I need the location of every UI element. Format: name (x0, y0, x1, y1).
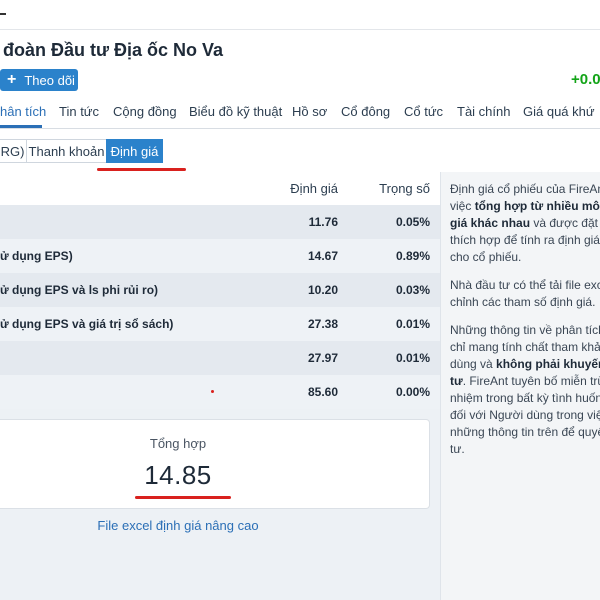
tab-dividends[interactable]: Cổ tức (404, 104, 443, 119)
valuation-value: 85.60 (307, 385, 338, 399)
sidebar-line: chỉ mang tính chất tham khả (450, 340, 600, 354)
sidebar-line: dùng và không phải khuyến (450, 357, 600, 371)
menu-dash-icon[interactable] (0, 13, 6, 15)
weight-value: 0.01% (395, 317, 430, 331)
tab-profile[interactable]: Hồ sơ (292, 104, 327, 119)
sidebar-line: chỉnh các tham số định giá. (450, 295, 596, 309)
header-weight: Trọng số (379, 181, 430, 196)
subtab-liquidity[interactable]: Thanh khoản (26, 139, 107, 163)
subtab-rg[interactable]: RG) (0, 139, 27, 163)
valuation-value: 27.97 (307, 351, 338, 365)
weight-value: 0.00% (395, 385, 430, 399)
plus-icon: + (7, 71, 17, 88)
top-bar (0, 0, 600, 30)
tab-financials[interactable]: Tài chính (457, 104, 510, 119)
company-title: đoàn Đầu tư Địa ốc No Va (3, 40, 224, 60)
sidebar-line: giá khác nhau và được đặt (450, 216, 598, 230)
tab-technical-chart[interactable]: Biểu đồ kỹ thuật (189, 104, 282, 119)
sidebar-line: đối với Người dùng trong việ (450, 408, 600, 422)
disclaimer-intro: Định giá cổ phiếu của FireAnt việc tổng … (450, 181, 600, 266)
red-annotation-underline (97, 168, 186, 171)
table-row[interactable]: 11.76 0.05% (0, 205, 440, 239)
subtab-valuation[interactable]: Định giá (106, 139, 163, 163)
table-row[interactable]: 27.97 0.01% (0, 341, 440, 375)
tab-shareholders[interactable]: Cổ đông (341, 104, 390, 119)
table-row[interactable]: ử dụng EPS và giá trị sổ sách) 27.38 0.0… (0, 307, 440, 341)
sidebar-line: tư. (450, 442, 465, 456)
sidebar-line: Định giá cổ phiếu của FireAnt (450, 182, 600, 196)
model-name: ử dụng EPS và ls phi rủi ro) (0, 283, 159, 297)
follow-button-label: Theo dõi (24, 72, 75, 88)
weight-value: 0.01% (395, 351, 430, 365)
sidebar-line: những thông tin trên để quyế (450, 425, 600, 439)
follow-button[interactable]: + Theo dõi (0, 69, 78, 91)
red-annotation-underline (135, 496, 231, 499)
weight-value: 0.89% (395, 249, 430, 263)
sidebar-line: việc tổng hợp từ nhiều mô (450, 199, 600, 213)
sidebar-line: cho cổ phiếu. (450, 250, 522, 264)
excel-valuation-link[interactable]: File excel định giá nâng cao (0, 518, 356, 533)
valuation-value: 10.20 (307, 283, 338, 297)
table-row[interactable]: ử dụng EPS) 14.67 0.89% (0, 239, 440, 273)
red-annotation-dot (211, 390, 214, 393)
price-change: +0.0 (571, 71, 600, 88)
valuation-value: 11.76 (308, 215, 338, 229)
weight-value: 0.03% (395, 283, 430, 297)
sidebar-line: tư. FireAnt tuyên bố miễn trừ (450, 374, 600, 388)
page: đoàn Đầu tư Địa ốc No Va + Theo dõi +0.0… (0, 0, 600, 600)
valuation-value: 27.38 (307, 317, 338, 331)
sidebar-line: Nhà đầu tư có thể tải file exc (450, 278, 600, 292)
tab-news[interactable]: Tin tức (59, 104, 99, 119)
active-tab-indicator (0, 125, 42, 128)
tab-analysis[interactable]: hân tích (0, 104, 46, 119)
sidebar-line: thích hợp để tính ra định giá (450, 233, 600, 247)
main-tabs: hân tích Tin tức Cộng đồng Biểu đồ kỹ th… (0, 95, 600, 129)
table-row[interactable]: ử dụng EPS và ls phi rủi ro) 10.20 0.03% (0, 273, 440, 307)
tab-community[interactable]: Cộng đồng (113, 104, 177, 119)
table-header: Định giá Trọng số (0, 172, 440, 205)
weight-value: 0.05% (395, 215, 430, 229)
model-name: ử dụng EPS và giá trị sổ sách) (0, 317, 174, 331)
model-name: ử dụng EPS) (0, 249, 73, 263)
disclaimer-legal: Những thông tin về phân tích chỉ mang tí… (450, 322, 600, 458)
sidebar-line: nhiệm trong bất kỳ tình huốn (450, 391, 600, 405)
tab-price-history[interactable]: Giá quá khứ (523, 104, 595, 119)
summary-label: Tổng hợp (149, 436, 207, 451)
valuation-value: 14.67 (307, 249, 338, 263)
header-valuation: Định giá (290, 181, 338, 196)
disclaimer-download: Nhà đầu tư có thể tải file exc chỉnh các… (450, 277, 600, 311)
summary-value: 14.85 (144, 460, 212, 490)
table-row[interactable]: 85.60 0.00% (0, 375, 440, 409)
sidebar-line: Những thông tin về phân tích (450, 323, 600, 337)
